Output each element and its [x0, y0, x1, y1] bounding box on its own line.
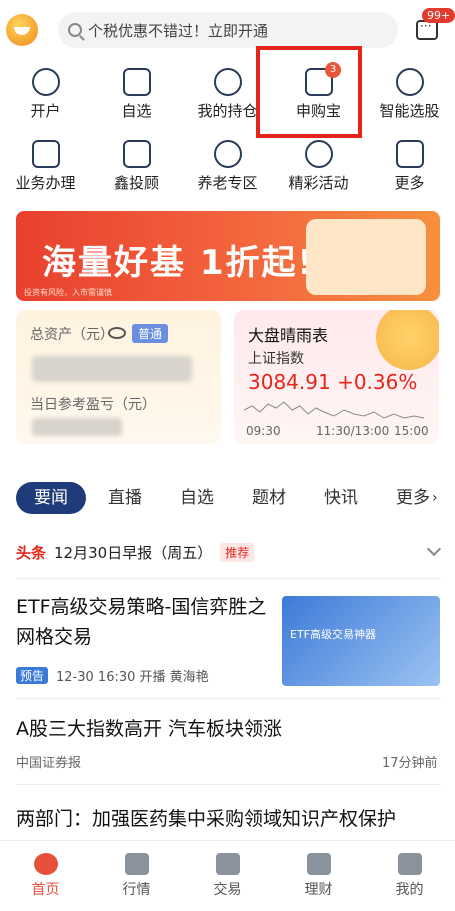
grid-label: 业务办理	[15, 174, 76, 192]
grid-label: 养老专区	[197, 174, 258, 192]
hidden-amount	[32, 356, 192, 382]
ipo-highlight-box	[256, 46, 362, 138]
grid-item-open-account[interactable]: 开户	[0, 62, 91, 134]
banner-title: 海量好基 1折起!	[42, 243, 315, 283]
add-user-icon	[31, 68, 60, 96]
bar-chart-icon	[124, 853, 149, 875]
divider	[16, 698, 441, 699]
headline-text: 12月30日早报（周五）	[54, 543, 213, 562]
grid-label: 更多	[394, 174, 425, 192]
home-icon	[33, 853, 58, 875]
news-tabs: 要闻 直播 自选 题材 快讯 更多 ›	[0, 482, 455, 514]
nav-label: 交易	[213, 882, 242, 898]
tab-live[interactable]: 直播	[108, 482, 142, 514]
grid-item-pension[interactable]: 养老专区	[182, 134, 273, 206]
index-sparkline	[244, 401, 424, 419]
total-assets-label: 总资产（元）	[30, 327, 114, 343]
pie-icon	[213, 68, 242, 96]
index-value: 3084.91 +0.36%	[248, 370, 418, 394]
time-open: 09:30	[246, 424, 281, 438]
grid-item-advisor[interactable]: 鑫投顾	[91, 134, 182, 206]
grid-item-more[interactable]: 更多	[364, 134, 455, 206]
hidden-pnl	[32, 418, 122, 436]
message-icon[interactable]	[416, 19, 438, 40]
user-icon	[397, 853, 422, 875]
nav-label: 行情	[122, 882, 151, 898]
divider	[16, 784, 441, 785]
divider	[16, 578, 441, 579]
chevron-right-icon: ›	[432, 490, 438, 506]
doc-icon	[31, 140, 60, 168]
chart-icon	[122, 68, 151, 96]
top-bar: 个税优惠不错过！立即开通 99+	[0, 0, 455, 60]
pnl-label: 当日参考盈亏（元）	[30, 397, 156, 413]
time-close: 15:00	[394, 424, 429, 438]
search-icon	[68, 23, 82, 37]
time-mid: 11:30/13:00	[316, 424, 390, 438]
news-title-1[interactable]: ETF高级交易策略-国信弈胜之网格交易	[16, 592, 271, 652]
eye-icon[interactable]	[108, 327, 126, 339]
preview-tag: 预告	[16, 667, 49, 684]
yen-icon	[215, 853, 240, 875]
nav-trade[interactable]: 交易	[182, 841, 273, 911]
grid-item-watchlist[interactable]: 自选	[91, 62, 182, 134]
nav-label: 首页	[31, 882, 60, 898]
tie-icon	[122, 140, 151, 168]
star-icon	[304, 140, 333, 168]
news-title-2[interactable]: A股三大指数高开 汽车板块领涨	[16, 714, 282, 741]
heart-icon	[213, 140, 242, 168]
grid-label: 自选	[121, 102, 152, 120]
sun-icon	[376, 310, 439, 370]
ai-chart-icon	[395, 68, 424, 96]
search-placeholder: 个税优惠不错过！立即开通	[88, 21, 269, 40]
news-source-2: 中国证券报	[16, 756, 82, 771]
market-card[interactable]: 大盘晴雨表 上证指数 3084.91 +0.36% 09:30 11:30/13…	[234, 310, 439, 444]
chevron-down-icon[interactable]	[426, 541, 442, 557]
search-bar[interactable]: 个税优惠不错过！立即开通	[58, 12, 398, 48]
news-time-2: 17分钟前	[382, 756, 438, 771]
tab-headlines[interactable]: 要闻	[16, 482, 86, 514]
grid-item-events[interactable]: 精彩活动	[273, 134, 364, 206]
nav-wealth[interactable]: 理财	[273, 841, 364, 911]
nav-label: 我的	[395, 882, 424, 898]
grid-label: 开户	[30, 102, 61, 120]
tab-flash[interactable]: 快讯	[324, 482, 358, 514]
tab-more[interactable]: 更多	[396, 482, 430, 514]
thumbnail-text: ETF高级交易神器	[290, 628, 376, 641]
banner-disclaimer: 投资有风险，入市需谨慎	[24, 288, 112, 297]
news-thumbnail[interactable]: ETF高级交易神器	[282, 596, 440, 686]
recommend-badge: 推荐	[220, 542, 255, 562]
grid-item-business[interactable]: 业务办理	[0, 134, 91, 206]
nav-home[interactable]: 首页	[0, 841, 91, 911]
wallet-icon	[306, 853, 331, 875]
nav-label: 理财	[304, 882, 333, 898]
grid-icon	[395, 140, 424, 168]
grid-item-smart-pick[interactable]: 智能选股	[364, 62, 455, 134]
grid-label: 智能选股	[379, 102, 440, 120]
bottom-nav: 首页 行情 交易 理财 我的	[0, 840, 455, 911]
headline-row[interactable]: 头条 12月30日早报（周五） 推荐	[16, 540, 442, 564]
grid-label: 精彩活动	[288, 174, 349, 192]
market-card-title: 大盘晴雨表	[248, 326, 329, 345]
grid-label: 鑫投顾	[113, 174, 159, 192]
news-meta-1: 预告 12-30 16:30 开播 黄海艳	[16, 666, 209, 685]
tab-themes[interactable]: 题材	[252, 482, 286, 514]
index-name: 上证指数	[248, 351, 304, 367]
nav-me[interactable]: 我的	[364, 841, 455, 911]
tab-watchlist[interactable]: 自选	[180, 482, 214, 514]
news-meta-text: 12-30 16:30 开播 黄海艳	[56, 670, 209, 685]
account-type-tag: 普通	[132, 324, 169, 343]
banner-mascot-image	[306, 219, 426, 295]
message-badge: 99+	[422, 8, 455, 23]
news-title-3[interactable]: 两部门：加强医药集中采购领域知识产权保护	[16, 804, 396, 831]
nav-market[interactable]: 行情	[91, 841, 182, 911]
app-logo-icon[interactable]	[6, 14, 38, 46]
promo-banner[interactable]: 海量好基 1折起! 投资有风险，入市需谨慎	[16, 211, 440, 301]
headline-tag: 头条	[16, 543, 47, 562]
function-grid: 开户 自选 我的持仓 3 申购宝 智能选股 业务办理 鑫投顾 养老专区 精彩活动…	[0, 62, 455, 206]
assets-card[interactable]: 总资产（元） 普通 当日参考盈亏（元）	[16, 310, 221, 444]
